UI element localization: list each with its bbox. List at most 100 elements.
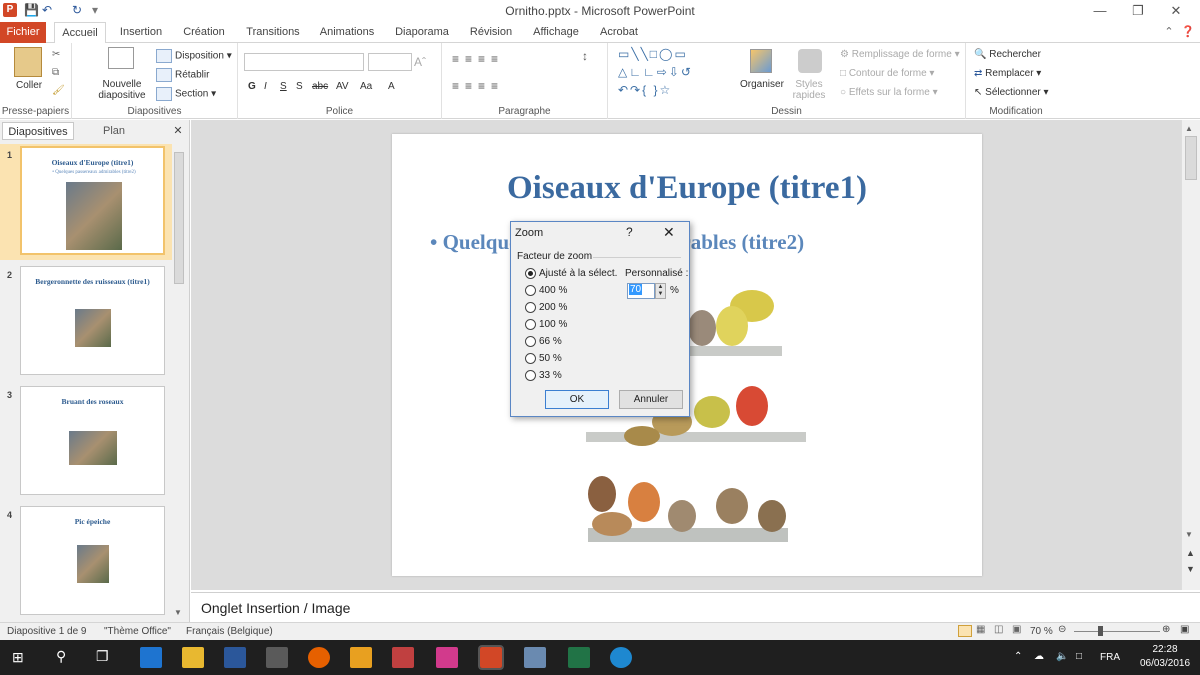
zoom-spinner[interactable]: ▲ ▼ <box>655 283 666 299</box>
tab-insert[interactable]: Insertion <box>116 22 166 43</box>
radio-icon[interactable] <box>525 302 536 313</box>
replace-button[interactable]: ⇄ Remplacer ▾ <box>974 68 1041 79</box>
radio-33[interactable]: 33 % <box>525 370 562 381</box>
volume-icon[interactable]: 🔈 <box>1056 651 1068 662</box>
powerpoint-taskbar-icon[interactable] <box>478 645 504 670</box>
radio-100[interactable]: 100 % <box>525 319 567 330</box>
edge-icon[interactable] <box>140 647 162 668</box>
custom-zoom-input[interactable]: 70 <box>627 283 655 299</box>
scroll-down-icon[interactable]: ▼ <box>1185 530 1193 539</box>
file-explorer-icon[interactable] <box>182 647 204 668</box>
collapse-ribbon-icon[interactable]: ⌃ <box>1162 22 1176 43</box>
dialog-close-button[interactable]: ✕ <box>663 224 675 241</box>
theme-name[interactable]: "Thème Office" <box>104 626 171 637</box>
next-slide-icon[interactable]: ▼ <box>1186 564 1195 574</box>
shapes-gallery-row2[interactable]: △∟∟⇨⇩↺ <box>618 65 693 79</box>
alignment-icon[interactable]: ≡≡≡≡ <box>452 79 504 93</box>
scroll-thumb[interactable] <box>174 152 184 284</box>
font-name-box[interactable] <box>244 53 364 71</box>
ok-button[interactable]: OK <box>545 390 609 409</box>
cut-icon[interactable]: ✂ <box>52 49 60 60</box>
language-indicator[interactable]: Français (Belgique) <box>186 626 273 637</box>
new-slide-button[interactable]: Nouvelle diapositive <box>94 79 150 101</box>
slide-title[interactable]: Oiseaux d'Europe (titre1) <box>392 170 982 207</box>
radio-50[interactable]: 50 % <box>525 353 562 364</box>
paint-icon[interactable] <box>524 647 546 668</box>
radio-66[interactable]: 66 % <box>525 336 562 347</box>
store-icon[interactable] <box>266 647 288 668</box>
outlook-icon[interactable] <box>350 647 372 668</box>
zoom-in-icon[interactable]: ⊕ <box>1162 624 1170 635</box>
arrange-icon[interactable] <box>750 49 772 73</box>
zoom-level[interactable]: 70 % <box>1030 626 1053 637</box>
scroll-up-icon[interactable]: ▲ <box>1185 124 1193 133</box>
tab-acrobat[interactable]: Acrobat <box>594 22 644 43</box>
shapes-gallery-row1[interactable]: ▭╲╲□◯▭ <box>618 47 688 61</box>
media-player-icon[interactable] <box>392 647 414 668</box>
underline-button[interactable]: S <box>280 81 287 92</box>
tab-home[interactable]: Accueil <box>54 22 106 44</box>
search-icon[interactable]: ⚲ <box>56 648 66 665</box>
dialog-help-button[interactable]: ? <box>626 225 633 239</box>
help-icon[interactable]: ❓ <box>1180 22 1196 43</box>
slides-pane-scrollbar[interactable]: ▼ <box>172 148 186 622</box>
slide-thumbnail-2[interactable]: Bergeronnette des ruisseaux (titre1) <box>20 266 165 375</box>
tab-animations[interactable]: Animations <box>314 22 380 43</box>
close-window-icon[interactable]: ✕ <box>1162 2 1190 20</box>
slide-thumbnail-4[interactable]: Pic épeiche <box>20 506 165 615</box>
radio-icon[interactable] <box>525 285 536 296</box>
firefox-icon[interactable] <box>308 647 330 668</box>
tab-design[interactable]: Création <box>176 22 232 43</box>
radio-selected-icon[interactable] <box>525 268 536 279</box>
radio-icon[interactable] <box>525 336 536 347</box>
shape-fill-button[interactable]: ⚙ Remplissage de forme ▾ <box>840 49 960 60</box>
tab-review[interactable]: Révision <box>464 22 518 43</box>
close-pane-icon[interactable]: ✕ <box>170 122 186 140</box>
notes-pane[interactable]: Onglet Insertion / Image <box>191 592 1200 622</box>
fit-to-window-icon[interactable]: ▣ <box>1180 624 1189 635</box>
word-icon[interactable] <box>224 647 246 668</box>
slide-thumbnail-1[interactable]: Oiseaux d'Europe (titre1) • Quelques pas… <box>20 146 165 255</box>
copy-icon[interactable]: ⧉ <box>52 67 59 78</box>
slide-scrollbar[interactable]: ▲ ▼ ▲ ▼ <box>1181 120 1200 590</box>
zoom-slider[interactable] <box>1074 631 1160 632</box>
strikethrough-button[interactable]: abc <box>312 81 328 92</box>
previous-slide-icon[interactable]: ▲ <box>1186 548 1195 558</box>
shape-outline-button[interactable]: □ Contour de forme ▾ <box>840 68 934 79</box>
paste-button[interactable]: Coller <box>16 80 42 91</box>
tab-outline-pane[interactable]: Plan <box>76 122 152 140</box>
clock-date[interactable]: 06/03/2016 <box>1136 658 1194 669</box>
tab-file[interactable]: Fichier <box>0 22 46 43</box>
slide-thumbnail-3[interactable]: Bruant des roseaux <box>20 386 165 495</box>
layout-button[interactable]: Disposition ▾ <box>156 49 232 63</box>
font-size-box[interactable] <box>368 53 412 71</box>
format-painter-icon[interactable]: 🖌 <box>52 85 65 96</box>
italic-button[interactable]: I <box>264 81 267 92</box>
quick-styles-icon[interactable] <box>798 49 822 73</box>
shapes-gallery-row3[interactable]: ↶↷{ }☆ <box>618 83 672 97</box>
normal-view-icon[interactable] <box>958 625 972 637</box>
windows-start-icon[interactable]: ⊞ <box>12 649 24 666</box>
radio-icon[interactable] <box>525 370 536 381</box>
quick-styles-button[interactable]: Styles rapides <box>790 79 828 101</box>
paste-icon[interactable] <box>14 47 42 77</box>
tab-slideshow[interactable]: Diaporama <box>390 22 454 43</box>
input-language[interactable]: FRA <box>1100 652 1120 663</box>
font-color-button[interactable]: A <box>388 81 395 92</box>
radio-400[interactable]: 400 % <box>525 285 567 296</box>
section-button[interactable]: Section ▾ <box>156 87 216 101</box>
grow-font-icon[interactable]: Aˆ <box>414 55 426 69</box>
radio-200[interactable]: 200 % <box>525 302 567 313</box>
network-icon[interactable]: ☁ <box>1034 651 1044 662</box>
spacing-button[interactable]: AV <box>336 81 349 92</box>
bullets-list-icon[interactable]: ≡≡≡≡ <box>452 52 504 66</box>
radio-fit[interactable]: Ajusté à la sélect. <box>525 268 617 279</box>
notes-text[interactable]: Onglet Insertion / Image <box>201 600 350 616</box>
slideshow-view-icon[interactable]: ▣ <box>1012 624 1021 635</box>
shadow-button[interactable]: S <box>296 81 303 92</box>
slide-sorter-icon[interactable]: ▦ <box>976 624 985 635</box>
tab-slides-pane[interactable]: Diapositives <box>2 122 74 140</box>
cancel-button[interactable]: Annuler <box>619 390 683 409</box>
new-slide-icon[interactable] <box>108 47 134 69</box>
spin-up-icon[interactable]: ▲ <box>656 284 665 291</box>
